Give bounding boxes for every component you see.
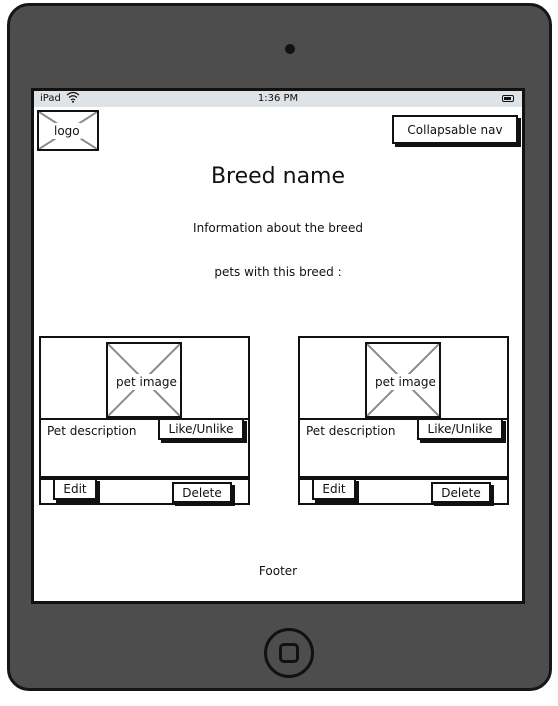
like-unlike-button[interactable]: Like/Unlike (158, 418, 244, 440)
logo[interactable]: logo (37, 110, 99, 151)
pet-card: pet image Pet description Like/Unlike Ed… (298, 336, 509, 506)
logo-label: logo (51, 123, 83, 139)
home-button[interactable] (264, 628, 314, 678)
delete-button[interactable]: Delete (431, 482, 491, 503)
home-square-icon (279, 643, 299, 663)
camera-icon (285, 44, 295, 54)
pet-image[interactable]: pet image (365, 342, 441, 418)
pet-image[interactable]: pet image (106, 342, 182, 418)
edit-button[interactable]: Edit (53, 478, 97, 500)
collapsable-nav-button[interactable]: Collapsable nav (392, 115, 518, 144)
status-time: 1:36 PM (257, 93, 299, 104)
pet-description: Pet description (47, 424, 137, 438)
breed-info: Information about the breed (193, 221, 363, 235)
like-unlike-button[interactable]: Like/Unlike (417, 418, 503, 440)
pet-description: Pet description (306, 424, 396, 438)
footer: Footer (258, 564, 298, 578)
pet-card: pet image Pet description Like/Unlike Ed… (39, 336, 250, 506)
page-title: Breed name (210, 164, 346, 189)
delete-button[interactable]: Delete (172, 482, 232, 503)
pet-image-label: pet image (114, 374, 179, 390)
edit-button[interactable]: Edit (312, 478, 356, 500)
pets-section-label: pets with this breed : (214, 265, 342, 279)
battery-icon (502, 95, 514, 102)
status-bar: iPad 1:36 PM (34, 91, 522, 107)
screen: iPad 1:36 PM logo Collapsable nav Breed … (31, 88, 525, 604)
pet-image-label: pet image (373, 374, 438, 390)
